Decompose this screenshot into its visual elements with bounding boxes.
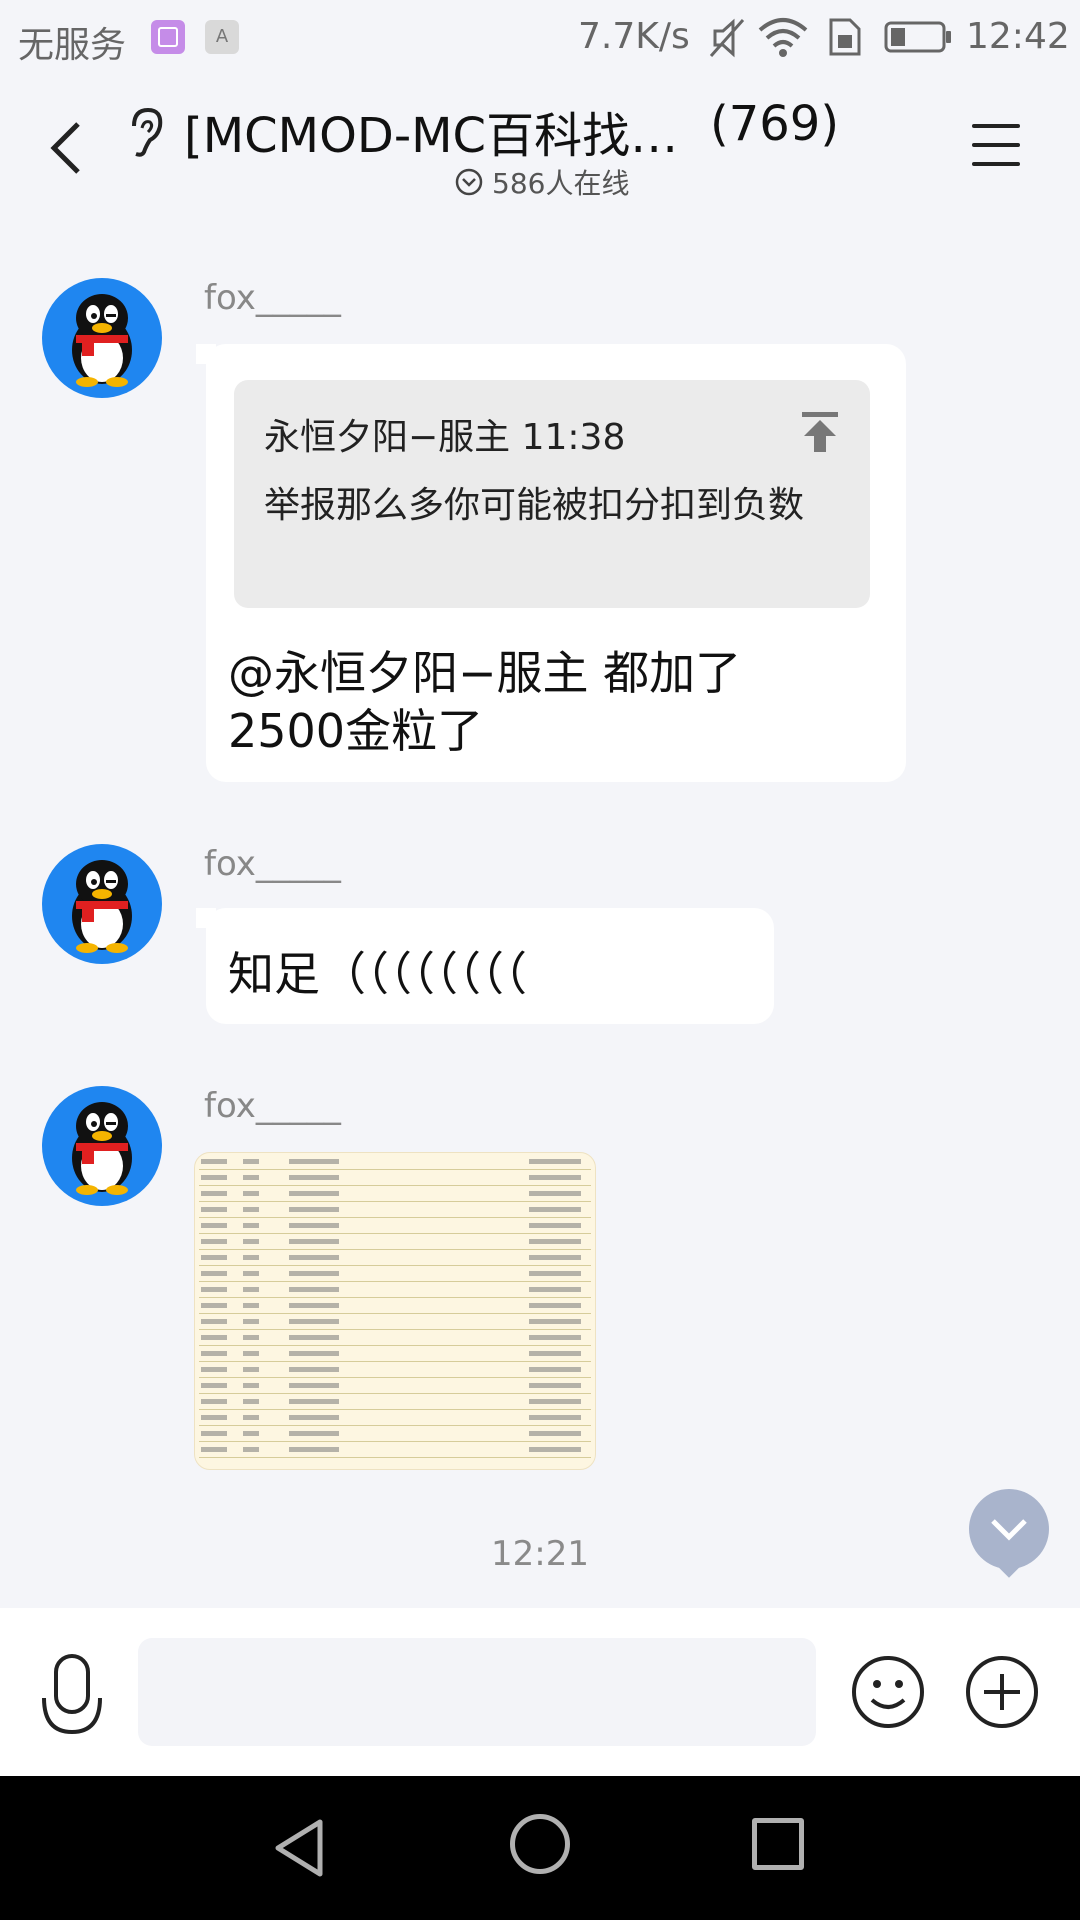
network-speed: 7.7K/s [578, 16, 690, 57]
battery-icon [884, 21, 951, 53]
avatar[interactable] [42, 1086, 162, 1206]
plus-icon[interactable] [964, 1654, 1040, 1730]
carrier-label: 无服务 [18, 25, 127, 66]
message-bubble[interactable]: 永恒夕阳−服主 11:38 举报那么多你可能被扣分扣到负数 @永恒夕阳−服主 都… [196, 344, 906, 782]
nav-back-icon[interactable] [272, 1816, 328, 1880]
emoji-icon[interactable] [850, 1654, 926, 1730]
sender-name: fox_____ [204, 844, 341, 884]
penguin-avatar-icon [72, 1102, 132, 1195]
menu-icon[interactable] [972, 124, 1020, 168]
sender-name: fox_____ [204, 278, 341, 318]
image-message[interactable] [194, 1152, 596, 1470]
chat-header: [MCMOD-MC百科找… (769) 586人在线 [0, 76, 1080, 216]
gallery-icon [151, 20, 185, 54]
time-divider: 12:21 [491, 1534, 589, 1574]
nav-home-icon[interactable] [510, 1814, 570, 1874]
quote-author-time: 永恒夕阳−服主 11:38 [264, 417, 626, 458]
sender-name: fox_____ [204, 1086, 341, 1126]
sim-icon [829, 18, 861, 56]
message-bubble[interactable]: 知足（（（（（（（（ [196, 908, 774, 1024]
online-count: 586人在线 [492, 167, 630, 200]
jump-to-top-icon[interactable] [798, 410, 842, 454]
mic-icon[interactable] [40, 1652, 104, 1736]
avatar[interactable] [42, 844, 162, 964]
system-nav-bar [0, 1776, 1080, 1920]
wifi-icon [758, 18, 808, 57]
penguin-avatar-icon [72, 294, 132, 387]
input-bar [0, 1608, 1080, 1776]
member-count[interactable]: (769) [710, 96, 839, 152]
chevron-down-icon [991, 1519, 1027, 1541]
clock: 12:42 [966, 16, 1070, 57]
quote-text: 举报那么多你可能被扣分扣到负数 [264, 485, 805, 526]
mute-icon [709, 18, 745, 58]
status-bar: 无服务 A 7.7K/s 12:42 [0, 0, 1080, 76]
online-chevron-icon [455, 168, 483, 196]
quoted-message[interactable]: 永恒夕阳−服主 11:38 举报那么多你可能被扣分扣到负数 [234, 380, 870, 608]
message-text: @永恒夕阳−服主 都加了2500金粒了 [228, 646, 742, 758]
back-icon[interactable] [46, 118, 86, 178]
a-icon: A [205, 20, 239, 54]
ear-icon[interactable] [124, 106, 166, 158]
online-status[interactable]: 586人在线 [454, 162, 629, 202]
penguin-avatar-icon [72, 860, 132, 953]
group-title[interactable]: [MCMOD-MC百科找… [184, 96, 678, 166]
nav-recents-icon[interactable] [752, 1818, 804, 1870]
message-input[interactable] [138, 1638, 816, 1746]
avatar[interactable] [42, 278, 162, 398]
scroll-to-bottom-button[interactable] [969, 1489, 1049, 1569]
message-text: 知足（（（（（（（（ [228, 947, 527, 1001]
